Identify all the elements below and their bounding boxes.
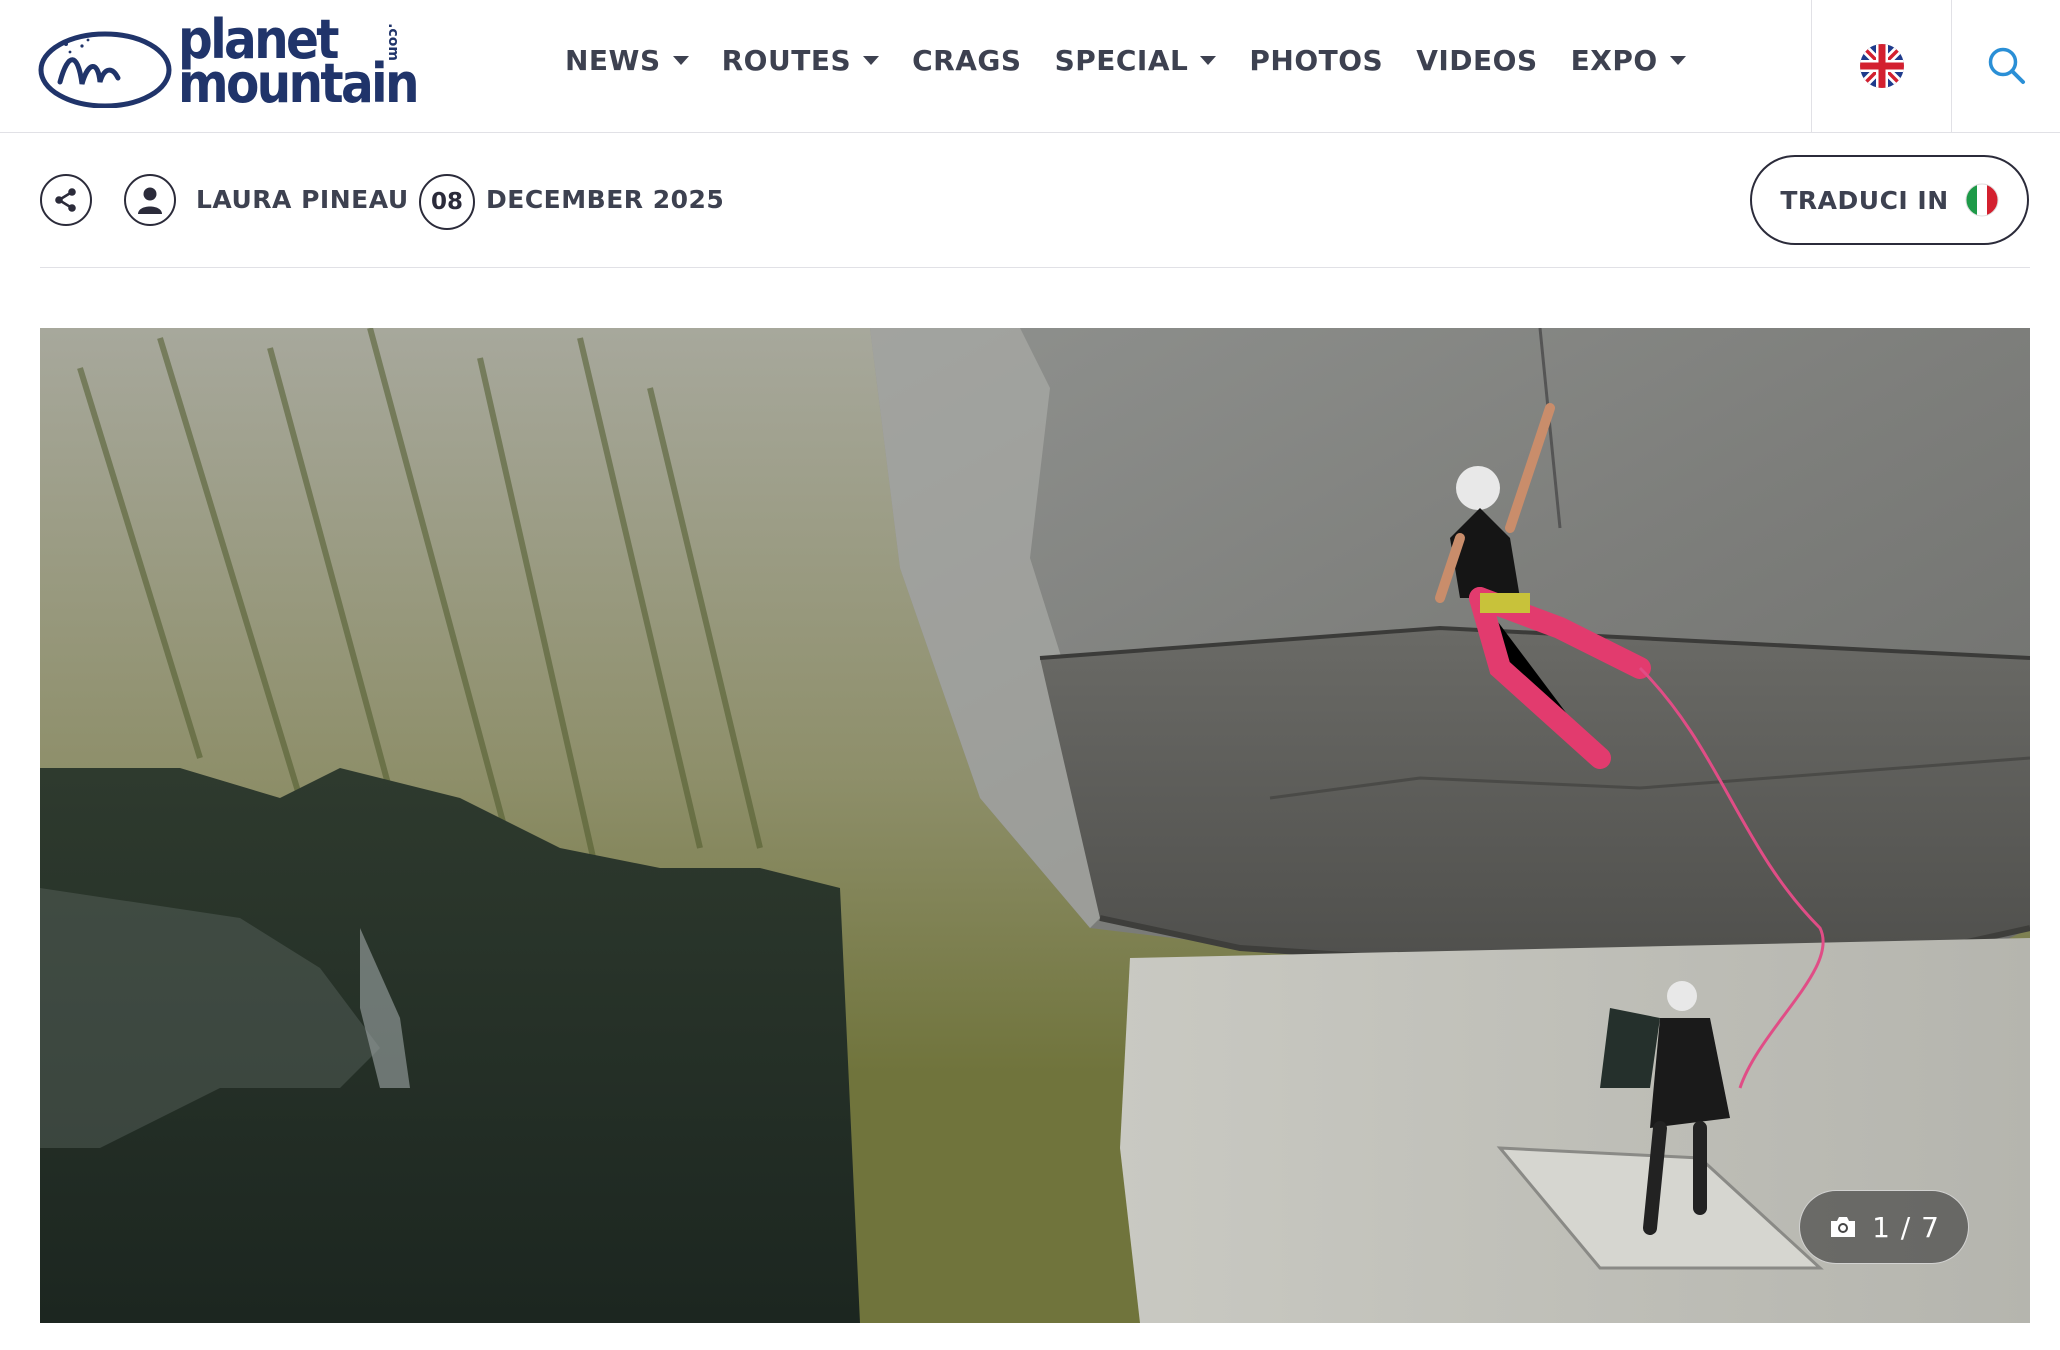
caret-down-icon [1200, 56, 1217, 65]
logo-suffix: .com [384, 23, 401, 61]
share-icon [55, 188, 76, 212]
site-header: planet mountain .com NEWS ROUTES CRAGS S… [0, 0, 2060, 133]
logo-wordmark: planet mountain [178, 13, 420, 115]
nav-label: EXPO [1570, 44, 1658, 77]
nav-label: CRAGS [912, 44, 1022, 77]
search-icon [1988, 47, 2025, 84]
caret-down-icon [863, 56, 880, 65]
site-logo[interactable]: planet mountain .com [38, 12, 420, 111]
nav-label: VIDEOS [1416, 44, 1538, 77]
nav-label: SPECIAL [1054, 44, 1189, 77]
logo-line2: mountain [178, 52, 420, 115]
nav-item-special[interactable]: SPECIAL [1055, 44, 1217, 77]
nav-item-expo[interactable]: EXPO [1571, 44, 1686, 77]
author-avatar [124, 174, 176, 226]
climbing-photo-image [40, 328, 2030, 1323]
nav-label: NEWS [565, 44, 661, 77]
publish-day: 08 [419, 174, 475, 230]
share-button[interactable] [40, 174, 92, 226]
translate-button[interactable]: TRADUCI IN [1750, 155, 2029, 245]
nav-item-photos[interactable]: PHOTOS [1249, 44, 1383, 77]
author-name[interactable]: LAURA PINEAU [196, 185, 409, 214]
language-switcher[interactable] [1811, 0, 1952, 132]
nav-item-crags[interactable]: CRAGS [912, 44, 1021, 77]
nav-label: PHOTOS [1249, 44, 1384, 77]
divider [40, 267, 2030, 268]
uk-flag-icon [1860, 44, 1904, 88]
hero-photo[interactable]: 1 / 7 [40, 328, 2030, 1323]
italy-flag-icon [1965, 183, 1999, 217]
search-button[interactable] [1951, 0, 2060, 132]
nav-item-news[interactable]: NEWS [565, 44, 689, 77]
gallery-counter[interactable]: 1 / 7 [1799, 1190, 1969, 1264]
nav-label: ROUTES [721, 44, 852, 77]
camera-icon [1831, 1217, 1856, 1237]
main-nav: NEWS ROUTES CRAGS SPECIAL PHOTOS VIDEOS … [565, 44, 1719, 77]
publish-month-year: DECEMBER 2025 [486, 185, 725, 214]
translate-label: TRADUCI IN [1780, 185, 1949, 215]
user-icon [138, 187, 162, 214]
gallery-counter-text: 1 / 7 [1872, 1210, 1940, 1244]
nav-item-routes[interactable]: ROUTES [722, 44, 880, 77]
caret-down-icon [1669, 56, 1686, 65]
nav-item-videos[interactable]: VIDEOS [1416, 44, 1537, 77]
caret-down-icon [672, 56, 689, 65]
mountain-logo-icon [38, 31, 172, 108]
article-meta: LAURA PINEAU 08 DECEMBER 2025 TRADUCI IN [0, 133, 2060, 268]
